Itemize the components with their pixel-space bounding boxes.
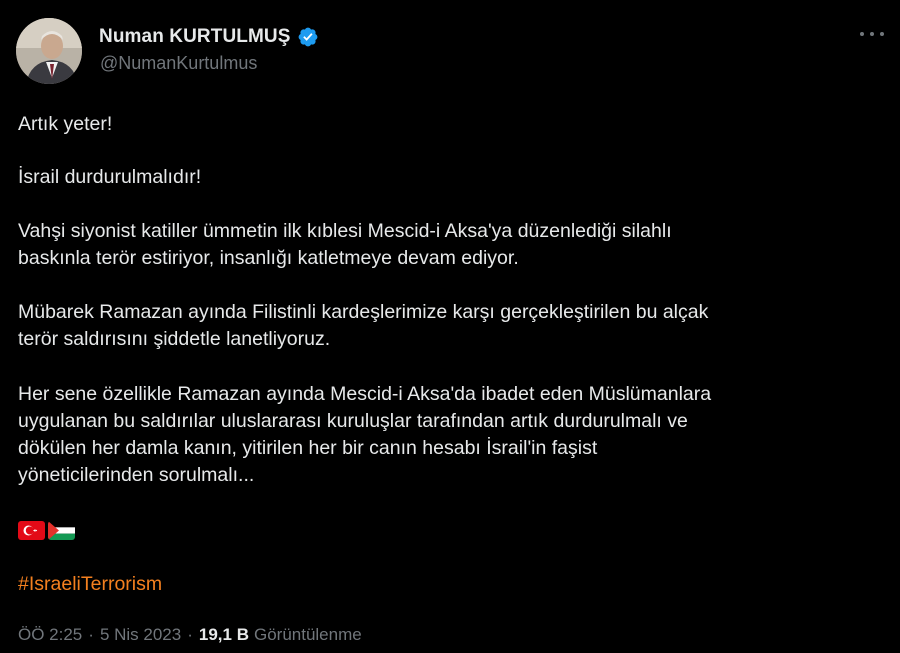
views-count[interactable]: 19,1 B	[199, 625, 249, 645]
more-dot-icon	[870, 32, 874, 36]
tweet-paragraph: İsrail durdurulmalıdır!	[18, 166, 202, 188]
tweet-date[interactable]: 5 Nis 2023	[100, 625, 181, 645]
palestine-flag-icon	[48, 521, 75, 540]
author-display-name[interactable]: Numan KURTULMUŞ	[99, 26, 291, 48]
avatar-photo	[16, 18, 82, 84]
tweet-time[interactable]: ÖÖ 2:25	[18, 625, 82, 645]
tweet-paragraph: Artık yeter!	[18, 113, 113, 135]
author-avatar[interactable]	[16, 18, 82, 84]
flag-emojis	[18, 521, 75, 540]
meta-separator: ·	[187, 625, 193, 644]
verified-badge-icon[interactable]	[297, 26, 319, 48]
author-handle[interactable]: @NumanKurtulmus	[100, 53, 257, 74]
tweet-meta: ÖÖ 2:25 · 5 Nis 2023 · 19,1 B Görüntülen…	[18, 625, 362, 645]
more-dot-icon	[860, 32, 864, 36]
tweet-paragraph: Vahşi siyonist katiller ümmetin ilk kıbl…	[18, 220, 672, 269]
more-dot-icon	[880, 32, 884, 36]
author-name-row: Numan KURTULMUŞ	[99, 25, 319, 49]
more-options-button[interactable]	[860, 26, 884, 42]
tweet-paragraph: Mübarek Ramazan ayında Filistinli kardeş…	[18, 301, 709, 350]
views-label[interactable]: Görüntülenme	[254, 625, 362, 645]
meta-separator: ·	[88, 625, 94, 644]
tweet-card: Numan KURTULMUŞ @NumanKurtulmus Artık ye…	[0, 0, 900, 653]
turkey-flag-icon	[18, 521, 45, 540]
tweet-paragraph: Her sene özellikle Ramazan ayında Mescid…	[18, 383, 712, 486]
hashtag-link[interactable]: #IsraeliTerrorism	[18, 573, 162, 596]
